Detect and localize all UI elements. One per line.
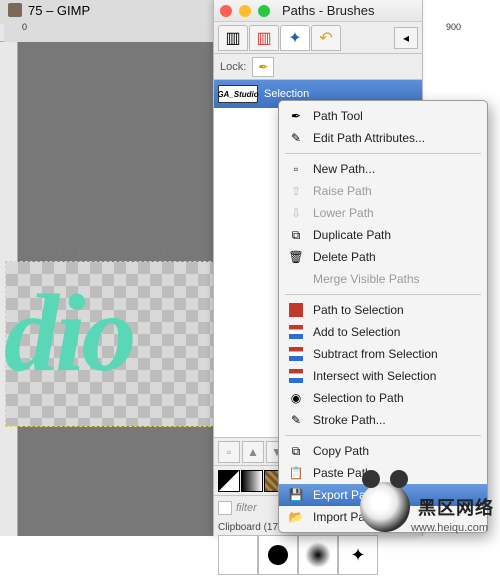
- copy-icon: ⧉: [287, 444, 305, 459]
- edit-icon: ✎: [287, 131, 305, 145]
- menu-subtract-from-selection[interactable]: Subtract from Selection: [279, 343, 487, 365]
- import-icon: 📂: [287, 510, 305, 524]
- layers-icon: ▥: [225, 28, 240, 48]
- to-selection-icon: [287, 303, 305, 317]
- brush-clipboard[interactable]: [218, 535, 258, 575]
- brush-sparks[interactable]: ✦: [338, 535, 378, 575]
- menu-separator: [285, 294, 481, 295]
- menu-paste-path[interactable]: 📋Paste Path: [279, 462, 487, 484]
- menu-separator: [285, 435, 481, 436]
- paths-tab[interactable]: ✦: [280, 25, 310, 51]
- lock-label: Lock:: [220, 61, 246, 73]
- new-path-button[interactable]: ▫: [218, 441, 240, 463]
- menu-raise-path: ⇧Raise Path: [279, 180, 487, 202]
- gimp-titlebar: 75 – GIMP: [4, 0, 214, 20]
- intersect-selection-icon: [287, 369, 305, 383]
- watermark-url: www.heiqu.com: [411, 522, 488, 534]
- gimp-main-window: 75 – GIMP 0 http://blog dio: [0, 0, 220, 536]
- lock-row: Lock: ✒: [214, 54, 422, 80]
- menu-lower-path: ⇩Lower Path: [279, 202, 487, 224]
- menu-add-to-selection[interactable]: Add to Selection: [279, 321, 487, 343]
- menu-stroke-path[interactable]: ✎Stroke Path...: [279, 409, 487, 431]
- window-controls: [220, 5, 270, 17]
- new-icon: ▫: [287, 162, 305, 176]
- menu-merge-visible-paths: Merge Visible Paths: [279, 268, 487, 290]
- brush-filter-input[interactable]: filter: [236, 502, 257, 514]
- pen-icon: ✒: [258, 60, 268, 74]
- path-thumbnail[interactable]: GA_Studio: [218, 85, 258, 103]
- trash-icon: 🗑: [287, 250, 305, 264]
- paths-icon: ✦: [288, 28, 301, 48]
- ruler-tick-0: 0: [22, 22, 27, 32]
- lock-content-toggle[interactable]: ✒: [252, 57, 274, 77]
- undo-icon: ↶: [319, 28, 332, 48]
- selection-to-path-icon: ◉: [287, 391, 305, 405]
- watermark-faint: http://blog: [44, 242, 172, 258]
- gradients-tab[interactable]: [241, 470, 263, 492]
- stroke-icon: ✎: [287, 413, 305, 427]
- subtract-selection-icon: [287, 347, 305, 361]
- brushes-tab[interactable]: [218, 470, 240, 492]
- path-name-label[interactable]: Selection: [264, 88, 309, 100]
- ruler-tick-900: 900: [446, 22, 461, 32]
- menu-duplicate-path[interactable]: ⧉Duplicate Path: [279, 224, 487, 246]
- brush-dot-icon: [268, 545, 288, 565]
- menu-delete-path[interactable]: 🗑Delete Path: [279, 246, 487, 268]
- zoom-window-button[interactable]: [258, 5, 270, 17]
- chevron-left-icon: ◂: [403, 31, 409, 45]
- sample-text-layer: dio: [4, 278, 133, 388]
- channels-icon: ▥: [256, 28, 271, 48]
- image-layer[interactable]: dio: [6, 262, 230, 426]
- brush-view-toggle[interactable]: [218, 501, 232, 515]
- sparks-icon: ✦: [350, 545, 365, 566]
- minimize-window-button[interactable]: [239, 5, 251, 17]
- paste-icon: 📋: [287, 466, 305, 480]
- menu-new-path[interactable]: ▫New Path...: [279, 158, 487, 180]
- menu-intersect-with-selection[interactable]: Intersect with Selection: [279, 365, 487, 387]
- menu-selection-to-path[interactable]: ◉Selection to Path: [279, 387, 487, 409]
- dock-tabbar-upper: ▥ ▥ ✦ ↶ ◂: [214, 22, 422, 54]
- canvas-area[interactable]: http://blog dio: [18, 42, 213, 536]
- gimp-title-text: 75 – GIMP: [28, 3, 90, 18]
- layers-tab[interactable]: ▥: [218, 25, 248, 51]
- panel-titlebar[interactable]: Paths - Brushes: [214, 0, 422, 22]
- panel-title: Paths - Brushes: [282, 3, 375, 18]
- watermark-brand: 黑区网络: [418, 494, 494, 520]
- menu-copy-path[interactable]: ⧉Copy Path: [279, 440, 487, 462]
- raise-icon: ⇧: [287, 184, 305, 198]
- ruler-horizontal[interactable]: [0, 24, 4, 42]
- raise-path-button[interactable]: ▲: [242, 441, 264, 463]
- close-window-button[interactable]: [220, 5, 232, 17]
- lower-icon: ⇩: [287, 206, 305, 220]
- duplicate-icon: ⧉: [287, 228, 305, 243]
- site-watermark: 黑区网络 www.heiqu.com: [360, 482, 494, 532]
- tab-menu-button[interactable]: ◂: [394, 27, 418, 49]
- gimp-app-icon: [8, 3, 22, 17]
- brush-soft-round[interactable]: [298, 535, 338, 575]
- channels-tab[interactable]: ▥: [249, 25, 279, 51]
- undo-history-tab[interactable]: ↶: [311, 25, 341, 51]
- add-selection-icon: [287, 325, 305, 339]
- menu-path-tool[interactable]: ✒Path Tool: [279, 105, 487, 127]
- path-context-menu: ✒Path Tool ✎Edit Path Attributes... ▫New…: [278, 100, 488, 533]
- brush-fuzzy-icon: [305, 542, 331, 568]
- pen-tool-icon: ✒: [287, 109, 305, 123]
- menu-separator: [285, 153, 481, 154]
- export-icon: 💾: [287, 488, 305, 502]
- menu-path-to-selection[interactable]: Path to Selection: [279, 299, 487, 321]
- mascot-icon: [360, 482, 410, 532]
- menu-edit-path-attributes[interactable]: ✎Edit Path Attributes...: [279, 127, 487, 149]
- brush-hard-round[interactable]: [258, 535, 298, 575]
- brushes-grid[interactable]: ✦: [218, 535, 418, 575]
